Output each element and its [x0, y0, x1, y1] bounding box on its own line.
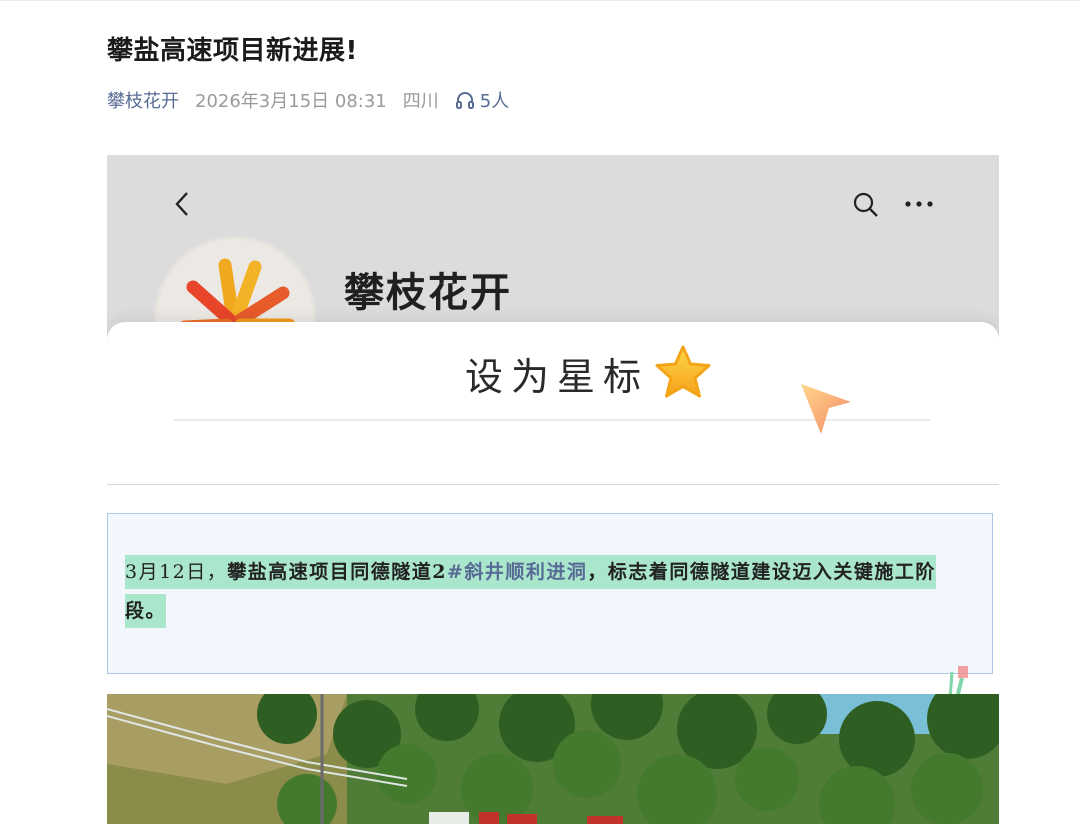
paragraph-text-2: ，标志着同德隧道建设迈入关键施工阶: [587, 561, 936, 583]
back-arrow-icon: [175, 192, 188, 216]
more-options-icon: [905, 201, 933, 207]
tunnel-site-photo: [107, 694, 999, 824]
article-meta: 攀枝花开 2026年3月15日 08:31 四川 5人: [107, 88, 509, 112]
set-star-label: 设为星标: [465, 355, 650, 399]
paragraph-date: 3月12日，: [125, 561, 228, 583]
embedded-screenshot: 攀枝花开 设为星标: [107, 155, 999, 485]
forest-hillside-image: [107, 694, 999, 824]
publish-location: 四川: [402, 91, 439, 112]
listen-button[interactable]: 5人: [455, 87, 509, 113]
pointer-arrow-icon: [801, 384, 851, 434]
headphones-icon: [455, 92, 474, 109]
article-paragraph: 3月12日，攀盐高速项目同德隧道2#斜井顺利进洞，标志着同德隧道建设迈入关键施工…: [125, 553, 985, 631]
panel-bottom-border: [107, 484, 999, 485]
account-link[interactable]: 攀枝花开: [107, 87, 179, 113]
article-title: 攀盐高速项目新进展!: [107, 36, 358, 66]
embedded-account-name: 攀枝花开: [344, 270, 512, 316]
star-prompt-card: 设为星标: [107, 322, 999, 485]
listener-count: 5人: [479, 91, 510, 112]
paragraph-text-1: 攀盐高速项目同德隧道2: [227, 561, 447, 583]
search-icon: [853, 192, 878, 217]
top-divider: [0, 0, 1080, 1]
paragraph-link[interactable]: #斜井顺利进洞: [447, 561, 587, 583]
publish-date: 2026年3月15日 08:31: [195, 91, 387, 112]
star-icon: [655, 345, 711, 398]
highlight-paragraph-box: 3月12日，攀盐高速项目同德隧道2#斜井顺利进洞，标志着同德隧道建设迈入关键施工…: [107, 513, 993, 674]
paragraph-text-3: 段。: [125, 594, 167, 628]
